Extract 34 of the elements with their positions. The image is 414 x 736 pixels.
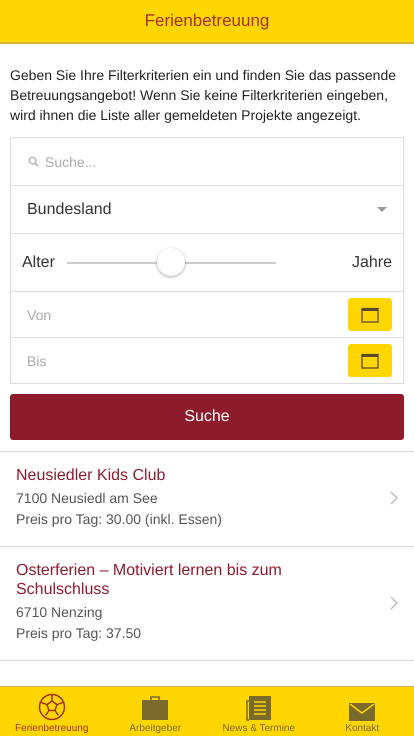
nav-tab[interactable]: Kontakt <box>310 687 414 736</box>
chevron-icon <box>390 596 398 610</box>
from-date-field[interactable]: Von <box>27 306 147 322</box>
header-title: Ferienbetreuung <box>144 11 270 31</box>
caret-icon <box>377 207 387 212</box>
result-title: Osterferien – Motiviert lernen bis zum Schulschluss <box>16 561 283 599</box>
intro-text: Geben Sie Ihre Filterkriterien ein und finden Sie das passende Betreuungsangebot! Wenn Sie keine Filterkriterien eingeben, wird ihnen die Liste aller gemeldeten Projekte angezeigt. <box>10 66 398 125</box>
search-button[interactable]: Suche <box>10 394 404 440</box>
slider-thumb[interactable] <box>157 248 186 276</box>
result-item[interactable]: Neusiedler Kids Club 7100 Neusiedl am See Preis pro Tag: 30.00 (inkl. Essen) <box>0 452 414 547</box>
search-icon <box>28 156 39 167</box>
result-location: 7100 Neusiedl am See <box>16 489 159 508</box>
calendar-button[interactable] <box>348 344 392 377</box>
calendar-icon <box>361 306 379 322</box>
age-label: Alter <box>22 254 55 272</box>
age-unit: Jahre <box>352 254 392 272</box>
nav-tab[interactable]: News & Termine <box>207 687 310 736</box>
search-field[interactable]: Suche... <box>45 154 165 170</box>
football-icon <box>38 693 66 721</box>
envelope-icon <box>349 703 376 721</box>
calendar-icon <box>361 352 379 368</box>
chevron-icon <box>390 491 398 505</box>
nav-tab[interactable]: Ferienbetreuung <box>0 687 104 736</box>
newspaper-icon <box>246 695 272 721</box>
state-select[interactable]: Bundesland <box>11 186 403 234</box>
calendar-button[interactable] <box>348 298 392 331</box>
result-item[interactable]: Osterferien – Motiviert lernen bis zum Schulschluss 6710 Nenzing Preis pro Tag: 37.50 <box>0 547 414 661</box>
briefcase-icon <box>141 695 170 721</box>
nav-tab[interactable]: Arbeitgeber <box>104 687 207 736</box>
to-date-field[interactable]: Bis <box>27 352 147 368</box>
result-price: Preis pro Tag: 37.50 <box>16 624 142 643</box>
result-title: Neusiedler Kids Club <box>16 466 166 485</box>
result-price: Preis pro Tag: 30.00 (inkl. Essen) <box>16 510 223 529</box>
result-location: 6710 Nenzing <box>16 603 104 622</box>
